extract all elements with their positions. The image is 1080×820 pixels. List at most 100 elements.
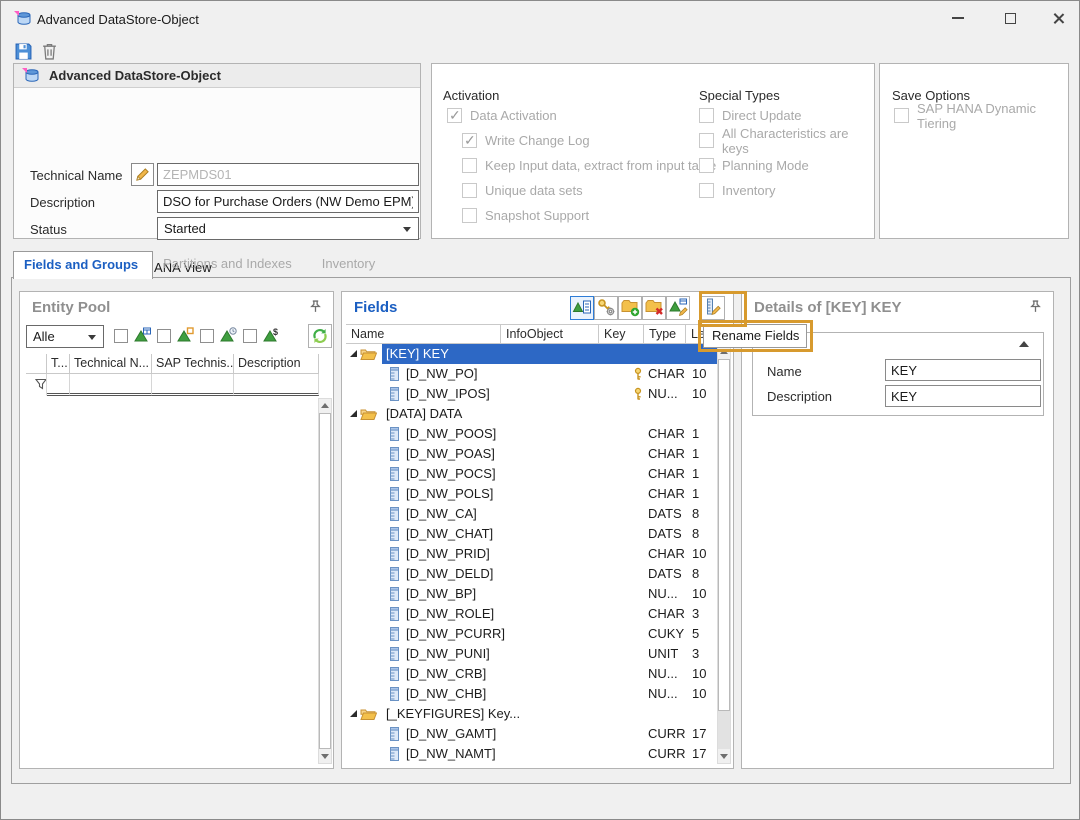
- activation-options: Data ActivationWrite Change LogKeep Inpu…: [447, 108, 716, 233]
- field-row-d-nw-ca[interactable]: [D_NW_CA]DATS8: [346, 504, 717, 524]
- entity-column-sap-technis[interactable]: SAP Technis...: [152, 354, 234, 374]
- tab-inventory[interactable]: Inventory: [312, 251, 395, 278]
- scrollbar-track[interactable]: [718, 711, 730, 749]
- filter-checkbox-infoobject-keyfigure-icon[interactable]: [243, 329, 257, 343]
- add-group-icon: [620, 297, 640, 320]
- field-row-d-nw-ipos[interactable]: [D_NW_IPOS]NU...10: [346, 384, 717, 404]
- tab-fields-and-groups[interactable]: Fields and Groups: [13, 251, 153, 279]
- entity-column-icon[interactable]: [26, 354, 47, 374]
- group-row-keyfigures-key[interactable]: [_KEYFIGURES] Key...: [346, 704, 717, 724]
- entity-filter-dropdown[interactable]: Alle: [26, 325, 104, 348]
- checkbox-label: SAP HANA Dynamic Tiering: [917, 101, 1068, 131]
- entity-filter-cell[interactable]: [152, 374, 234, 396]
- manage-keys-button[interactable]: [594, 296, 618, 320]
- details-name-input[interactable]: [885, 359, 1041, 381]
- delete-button[interactable]: [37, 39, 61, 63]
- fields-column-type[interactable]: Type: [644, 325, 686, 344]
- fields-column-key[interactable]: Key: [599, 325, 644, 344]
- field-row-d-nw-deld[interactable]: [D_NW_DELD]DATS8: [346, 564, 717, 584]
- entity-filter-cell[interactable]: [47, 374, 70, 396]
- scroll-down-icon[interactable]: [319, 750, 331, 763]
- fields-column-name[interactable]: Name: [346, 325, 501, 344]
- field-row-d-nw-poas[interactable]: [D_NW_POAS]CHAR1: [346, 444, 717, 464]
- field-row-d-nw-po[interactable]: [D_NW_PO]CHAR10: [346, 364, 717, 384]
- status-value: Started: [164, 221, 206, 236]
- entity-column-technical-n[interactable]: Technical N...: [70, 354, 152, 374]
- add-infoobjects-button[interactable]: [570, 296, 594, 320]
- field-row-d-nw-chb[interactable]: [D_NW_CHB]NU...10: [346, 684, 717, 704]
- checkbox-planning-mode: Planning Mode: [699, 158, 874, 173]
- checkbox-label: Unique data sets: [485, 183, 583, 198]
- fields-scrollbar[interactable]: [717, 344, 731, 764]
- field-label: [D_NW_PO]: [406, 366, 478, 381]
- manage-keys-icon: [596, 297, 616, 320]
- field-row-d-nw-pcurr[interactable]: [D_NW_PCURR]CUKY5: [346, 624, 717, 644]
- field-row-d-nw-poos[interactable]: [D_NW_POOS]CHAR1: [346, 424, 717, 444]
- twistie-icon[interactable]: [350, 710, 357, 717]
- technical-name-input[interactable]: [157, 163, 419, 186]
- twistie-icon[interactable]: [350, 410, 357, 417]
- general-section-title: Advanced DataStore-Object: [49, 68, 221, 83]
- scroll-up-icon[interactable]: [319, 399, 331, 412]
- save-button[interactable]: [11, 39, 35, 63]
- special-types-title: Special Types: [699, 88, 780, 103]
- entity-pool-scrollbar[interactable]: [318, 398, 332, 764]
- field-type: NU...: [648, 586, 678, 601]
- field-row-d-nw-crb[interactable]: [D_NW_CRB]NU...10: [346, 664, 717, 684]
- filter-checkbox-infoobject-char-icon[interactable]: [114, 329, 128, 343]
- edit-infoobjects-button[interactable]: [666, 296, 690, 320]
- field-row-d-nw-prid[interactable]: [D_NW_PRID]CHAR10: [346, 544, 717, 564]
- field-row-d-nw-pocs[interactable]: [D_NW_POCS]CHAR1: [346, 464, 717, 484]
- field-type: CURR: [648, 726, 686, 741]
- entity-filter-cell[interactable]: [26, 374, 47, 396]
- entity-column-description[interactable]: Description: [234, 354, 319, 374]
- field-type: CHAR: [648, 546, 685, 561]
- pin-icon[interactable]: [310, 300, 321, 316]
- field-row-d-nw-gamt[interactable]: [D_NW_GAMT]CURR17: [346, 724, 717, 744]
- checkbox-sap-hana-dynamic-tiering: SAP HANA Dynamic Tiering: [894, 108, 1068, 123]
- filter-checkbox-infoobject-unit-icon[interactable]: [157, 329, 171, 343]
- field-label: [D_NW_BP]: [406, 586, 476, 601]
- adso-icon: [14, 11, 33, 29]
- field-row-d-nw-puni[interactable]: [D_NW_PUNI]UNIT3: [346, 644, 717, 664]
- field-row-d-nw-bp[interactable]: [D_NW_BP]NU...10: [346, 584, 717, 604]
- details-description-input[interactable]: [885, 385, 1041, 407]
- entity-filter-cell[interactable]: [70, 374, 152, 396]
- close-button[interactable]: [1041, 1, 1075, 35]
- maximize-button[interactable]: [993, 1, 1027, 35]
- rename-fields-button[interactable]: [701, 296, 725, 320]
- field-row-d-nw-pols[interactable]: [D_NW_POLS]CHAR1: [346, 484, 717, 504]
- field-row-d-nw-namt[interactable]: [D_NW_NAMT]CURR17: [346, 744, 717, 764]
- remove-group-button[interactable]: [642, 296, 666, 320]
- checkbox-box: [894, 108, 909, 123]
- group-row-key-key[interactable]: [KEY] KEY: [346, 344, 717, 364]
- twistie-icon[interactable]: [350, 350, 357, 357]
- edit-technical-name-button[interactable]: [131, 163, 154, 186]
- tab-partitions-and-indexes[interactable]: Partitions and Indexes: [153, 251, 312, 278]
- field-icon: [390, 627, 399, 644]
- field-type: CUKY: [648, 626, 684, 641]
- field-icon: [390, 367, 399, 384]
- minimize-button[interactable]: [941, 1, 975, 35]
- refresh-button[interactable]: [308, 324, 332, 348]
- scrollbar-thumb[interactable]: [319, 413, 331, 749]
- scrollbar-thumb[interactable]: [718, 359, 730, 711]
- field-row-d-nw-chat[interactable]: [D_NW_CHAT]DATS8: [346, 524, 717, 544]
- fields-column-infoobject[interactable]: InfoObject: [501, 325, 599, 344]
- collapse-icon[interactable]: [1019, 341, 1029, 347]
- description-input[interactable]: [157, 190, 419, 213]
- field-type: NU...: [648, 666, 678, 681]
- entity-column-t[interactable]: T...: [47, 354, 70, 374]
- group-row-data-data[interactable]: [DATA] DATA: [346, 404, 717, 424]
- checkbox-inventory: Inventory: [699, 183, 874, 198]
- window-title: Advanced DataStore-Object: [37, 12, 199, 27]
- status-label: Status: [30, 222, 67, 237]
- field-row-d-nw-role[interactable]: [D_NW_ROLE]CHAR3: [346, 604, 717, 624]
- filter-checkbox-infoobject-time-icon[interactable]: [200, 329, 214, 343]
- pin-icon[interactable]: [1030, 300, 1041, 316]
- entity-filter-cell[interactable]: [234, 374, 319, 396]
- add-group-button[interactable]: [618, 296, 642, 320]
- scroll-down-icon[interactable]: [718, 750, 730, 763]
- status-dropdown[interactable]: Started: [157, 217, 419, 240]
- tab-bar: Fields and GroupsPartitions and IndexesI…: [13, 251, 395, 278]
